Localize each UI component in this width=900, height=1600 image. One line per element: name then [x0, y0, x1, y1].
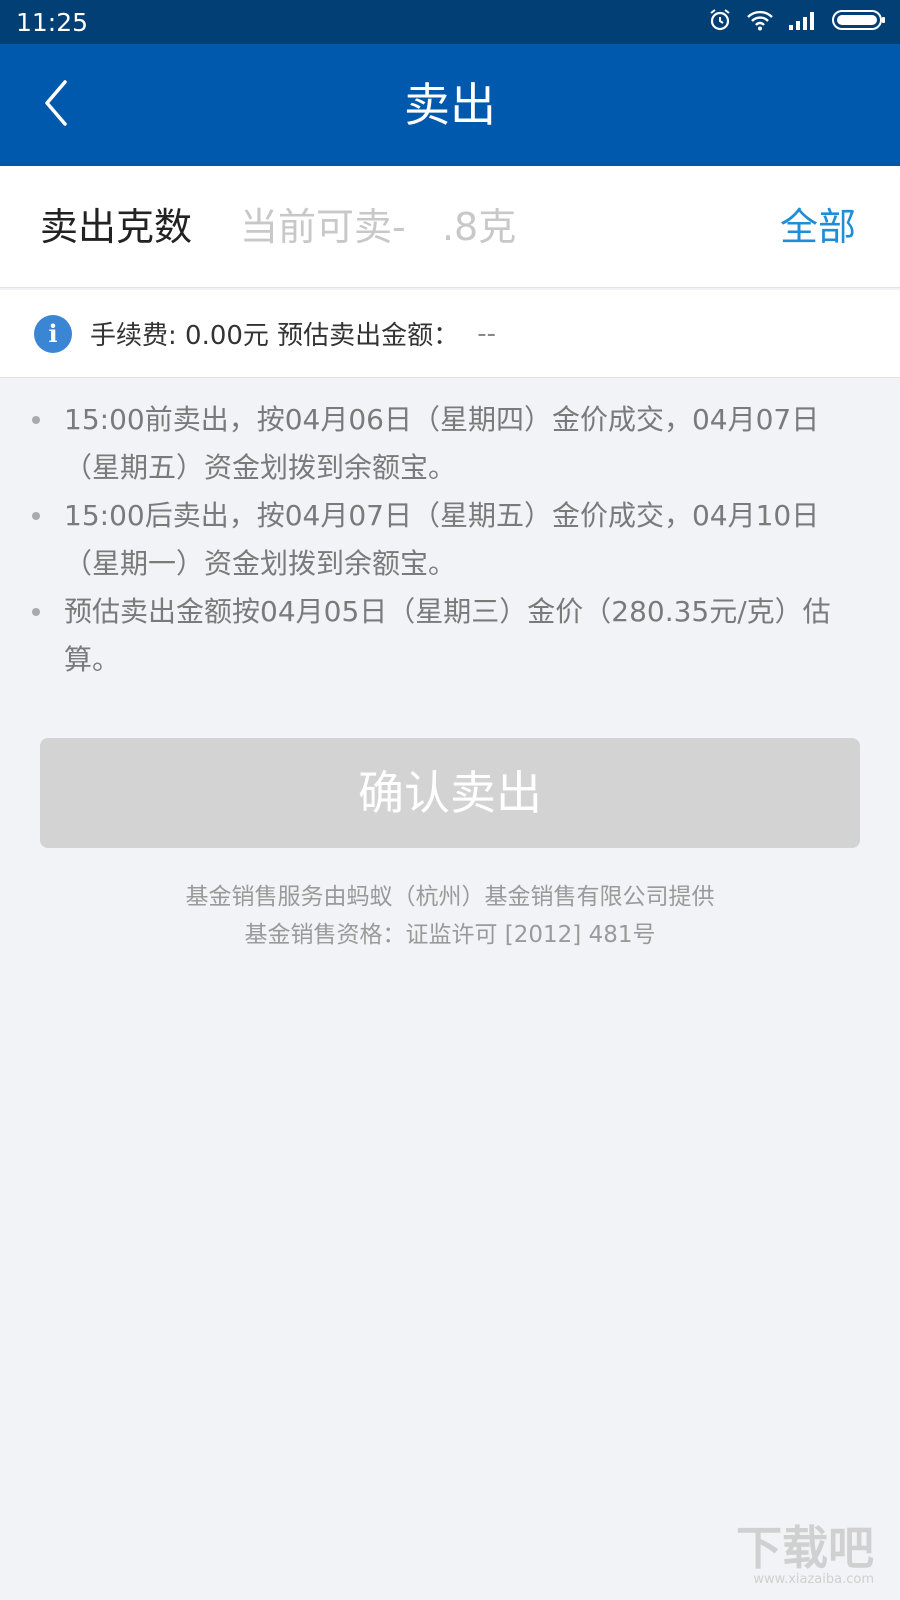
battery-icon — [832, 9, 886, 35]
sell-all-button[interactable]: 全部 — [780, 202, 856, 252]
alarm-icon — [708, 8, 732, 36]
signal-icon — [788, 10, 818, 34]
bullet-icon — [32, 512, 40, 520]
list-item: 预估卖出金额按04月05日（星期三）金价（280.35元/克）估算。 — [26, 588, 860, 684]
footer: 基金销售服务由蚂蚁（杭州）基金销售有限公司提供 基金销售资格：证监许可 [201… — [0, 878, 900, 954]
footer-provider-text: 基金销售服务由蚂蚁（杭州）基金销售有限公司提供 — [185, 884, 715, 910]
watermark-logo: 下载吧 www.xiazaiba.com — [736, 1524, 874, 1588]
list-item: 15:00后卖出，按04月07日（星期五）金价成交，04月10日（星期一）资金划… — [26, 492, 860, 588]
status-icons — [708, 8, 886, 36]
note-text: 15:00前卖出，按04月06日（星期四）金价成交，04月07日（星期五）资金划… — [64, 403, 820, 484]
estimated-amount-value: -- — [477, 318, 496, 349]
footer-license-text: 基金销售资格：证监许可 [2012] 481号 — [244, 922, 656, 948]
fee-row: i 手续费: 0.00元 预估卖出金额： -- — [0, 290, 900, 378]
list-item: 15:00前卖出，按04月06日（星期四）金价成交，04月07日（星期五）资金划… — [26, 396, 860, 492]
confirm-sell-button[interactable]: 确认卖出 — [40, 738, 860, 848]
status-bar: 11:25 — [0, 0, 900, 44]
watermark-text: 下载吧 — [736, 1521, 874, 1575]
sell-amount-row: 卖出克数 全部 — [0, 166, 900, 288]
status-time: 11:25 — [16, 7, 89, 37]
info-icon: i — [34, 314, 72, 353]
watermark-sub: www.xiazaiba.com — [753, 1572, 874, 1587]
wifi-icon — [746, 9, 774, 35]
page-title: 卖出 — [404, 78, 496, 132]
sell-amount-input[interactable] — [240, 198, 740, 256]
note-text: 15:00后卖出，按04月07日（星期五）金价成交，04月10日（星期一）资金划… — [64, 499, 820, 580]
sell-amount-label: 卖出克数 — [40, 205, 193, 249]
note-text: 预估卖出金额按04月05日（星期三）金价（280.35元/克）估算。 — [64, 595, 831, 676]
fee-text: 手续费: 0.00元 预估卖出金额： — [90, 321, 460, 351]
nav-bar: 卖出 — [0, 44, 900, 166]
notes-list: 15:00前卖出，按04月06日（星期四）金价成交，04月07日（星期五）资金划… — [0, 396, 900, 684]
bullet-icon — [32, 416, 40, 424]
bullet-icon — [32, 608, 40, 616]
